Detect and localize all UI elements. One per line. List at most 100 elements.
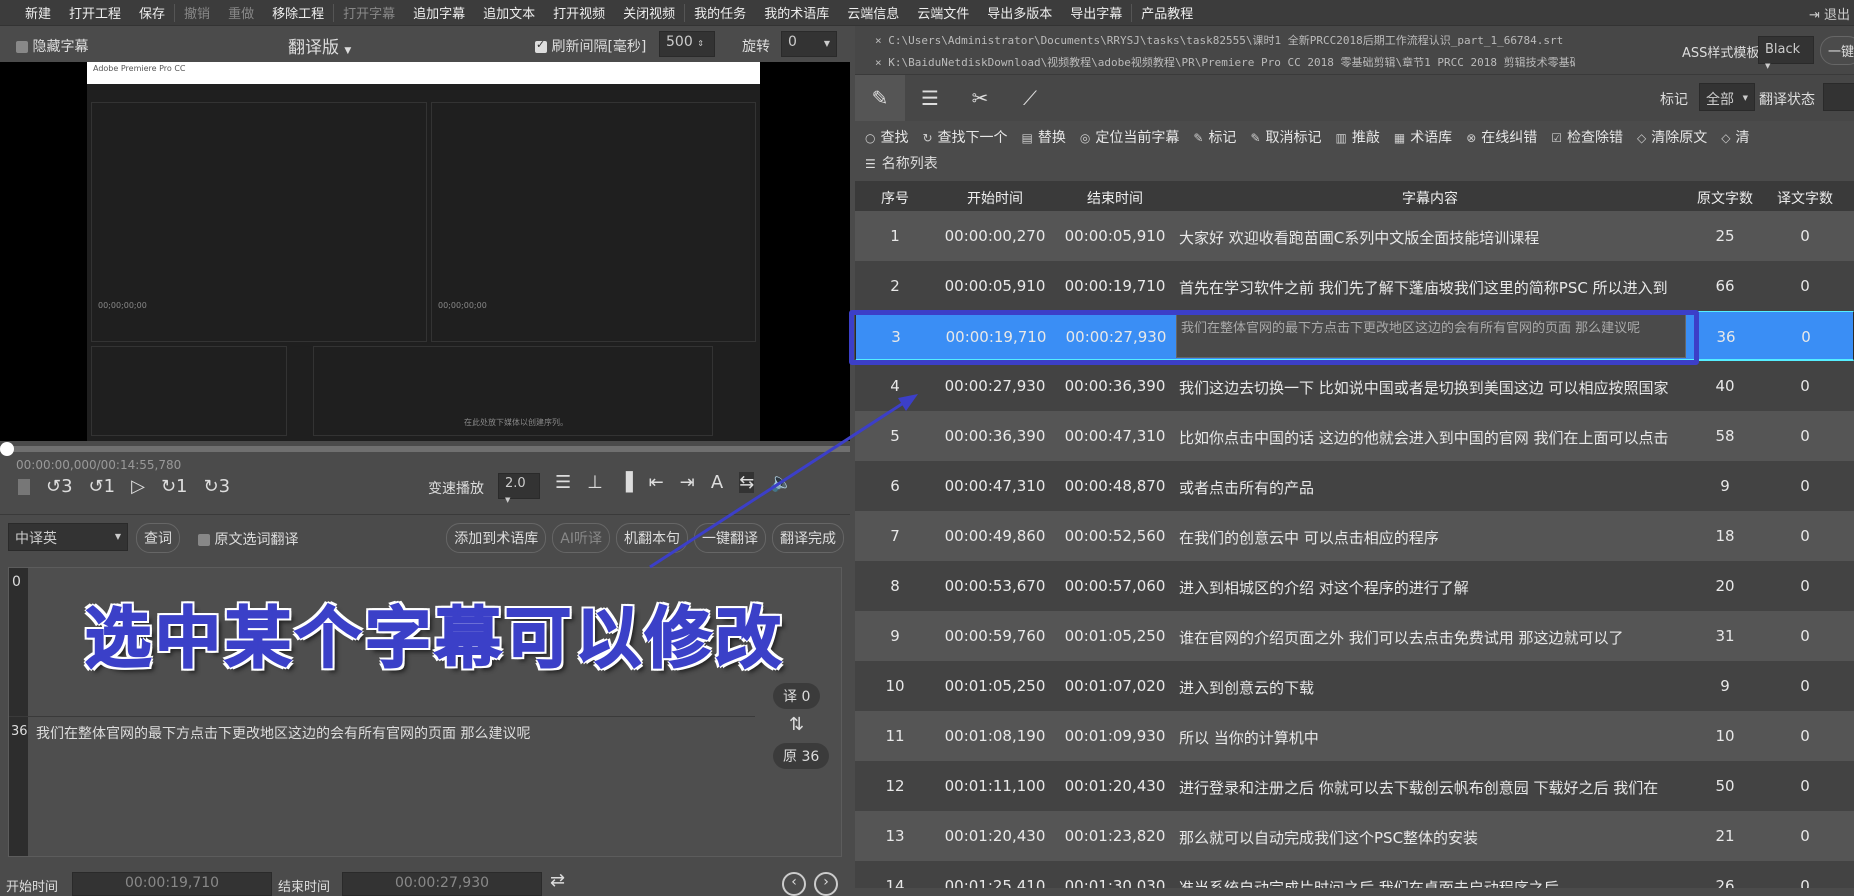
table-row[interactable]: 1 00:00:00,270 00:00:05,910 大家好 欢迎收看跑苗圃C系列中… bbox=[855, 211, 1854, 261]
column-content[interactable]: 字幕内容 bbox=[1175, 188, 1685, 208]
menu-item[interactable]: 关闭视频 bbox=[614, 3, 684, 22]
swap-icon[interactable]: ⇆ bbox=[739, 472, 755, 493]
back-1-icon[interactable]: ↺1 bbox=[89, 476, 116, 497]
seek-handle[interactable] bbox=[0, 442, 14, 456]
action-pin[interactable]: ✎ 标记 bbox=[1193, 127, 1236, 147]
one-key-button[interactable]: 一键 bbox=[1820, 36, 1854, 65]
ai-listen-button[interactable]: AI听译 bbox=[552, 523, 610, 553]
align-center-icon[interactable]: ☰ bbox=[555, 472, 571, 493]
move-right-icon[interactable]: ⇥ bbox=[680, 472, 695, 493]
menu-item[interactable]: 导出多版本 bbox=[978, 3, 1061, 22]
mark-filter-select[interactable]: 全部 ▼ bbox=[1699, 83, 1755, 111]
table-row[interactable]: 5 00:00:36,390 00:00:47,310 比如你点击中国的话 这边的他就… bbox=[855, 411, 1854, 461]
action-unpin[interactable]: ✎ 取消标记 bbox=[1250, 127, 1321, 147]
end-time-input[interactable]: 00:00:27,930 bbox=[342, 872, 542, 896]
column-trans-count[interactable]: 译文字数 bbox=[1765, 188, 1845, 208]
timeline-tab-icon[interactable]: ☰ bbox=[905, 75, 955, 121]
menu-item[interactable]: 导出字幕 bbox=[1061, 3, 1131, 22]
menu-item[interactable]: 打开字幕 bbox=[334, 3, 404, 22]
tools-tab-icon[interactable]: ✂ bbox=[955, 75, 1005, 121]
table-row[interactable]: 2 00:00:05,910 00:00:19,710 首先在学习软件之前 我们先了解… bbox=[855, 261, 1854, 311]
table-row[interactable]: 6 00:00:47,310 00:00:48,870 或者点击所有的产品 9 0 bbox=[855, 461, 1854, 511]
back-3-icon[interactable]: ↺3 bbox=[46, 476, 73, 497]
original-text-input[interactable]: 我们在整体官网的最下方点击下更改地区这边的会有所有官网的页面 那么建议呢 bbox=[36, 723, 736, 743]
video-preview[interactable]: Adobe Premiere Pro CC 00;00;00;00 00;00;… bbox=[0, 62, 850, 441]
menu-item[interactable]: 撤销 bbox=[175, 3, 219, 22]
forward-3-icon[interactable]: ↻3 bbox=[203, 476, 230, 497]
menu-item[interactable]: 保存 bbox=[130, 3, 174, 22]
glossary-icon: ▦ bbox=[1393, 131, 1406, 145]
menu-item[interactable]: 我的术语库 bbox=[755, 3, 838, 22]
action-eraser[interactable]: ◇ 清除原文 bbox=[1637, 127, 1707, 147]
menu-item[interactable]: 我的任务 bbox=[685, 3, 755, 22]
move-left-icon[interactable]: ⇤ bbox=[649, 472, 664, 493]
row-start: 00:00:00,270 bbox=[944, 227, 1046, 245]
action-checkbox[interactable]: ☑ 检查除错 bbox=[1551, 127, 1623, 147]
table-row[interactable]: 7 00:00:49,860 00:00:52,560 在我们的创意云中 可以点击相应… bbox=[855, 511, 1854, 561]
action-replace[interactable]: ▤ 替换 bbox=[1022, 127, 1066, 147]
column-orig-count[interactable]: 原文字数 bbox=[1685, 188, 1765, 208]
action-check-online[interactable]: ⊗ 在线纠错 bbox=[1466, 127, 1537, 147]
mode-dropdown[interactable]: 翻译版 ▼ bbox=[288, 33, 351, 58]
table-row[interactable]: 12 00:01:11,100 00:01:20,430 进行登录和注册之后 你就可以… bbox=[855, 761, 1854, 811]
refresh-checkbox[interactable]: 刷新间隔[毫秒] bbox=[535, 36, 646, 56]
status-filter-select[interactable] bbox=[1823, 83, 1854, 111]
lookup-button[interactable]: 查词 bbox=[136, 523, 180, 553]
swap-vertical-icon[interactable]: ⇅ bbox=[789, 714, 804, 735]
file-tab[interactable]: × K:\BaiduNetdiskDownload\视频教程\adobe视频教程… bbox=[875, 54, 1575, 70]
column-index[interactable]: 序号 bbox=[855, 188, 935, 208]
align-left-icon[interactable]: ▐ bbox=[619, 472, 633, 493]
play-icon[interactable]: ▷ bbox=[131, 476, 145, 497]
font-size-icon[interactable]: A bbox=[711, 472, 723, 493]
chart-tab-icon[interactable]: ⟋ bbox=[1005, 75, 1055, 121]
seek-bar[interactable] bbox=[0, 442, 850, 456]
machine-translate-button[interactable]: 机翻本句 bbox=[616, 523, 688, 553]
column-end[interactable]: 结束时间 bbox=[1055, 188, 1175, 208]
prev-icon[interactable]: ‹ bbox=[782, 872, 806, 896]
table-row[interactable]: 4 00:00:27,930 00:00:36,390 我们这边去切换一下 比如说中国… bbox=[855, 361, 1854, 411]
action-location[interactable]: ◎ 定位当前字幕 bbox=[1080, 127, 1179, 147]
menu-item[interactable]: 产品教程 bbox=[1132, 3, 1202, 22]
translate-done-button[interactable]: 翻译完成 bbox=[772, 523, 844, 553]
table-row[interactable]: 14 00:01:25,410 00:01:30,030 准当系统自动完成片时间之后 … bbox=[855, 861, 1854, 888]
menu-item[interactable]: 云端信息 bbox=[838, 3, 908, 22]
edit-tab-pencil-icon[interactable]: ✎ bbox=[855, 75, 905, 121]
speed-select[interactable]: 2.0 ▼ bbox=[498, 473, 540, 504]
action-glossary[interactable]: ▦ 术语库 bbox=[1394, 127, 1452, 147]
names-list-button[interactable]: ☰ 名称列表 bbox=[865, 153, 938, 173]
next-icon[interactable]: › bbox=[814, 872, 838, 896]
stop-button[interactable] bbox=[18, 478, 30, 495]
rotate-select[interactable]: 0 ▼ bbox=[781, 31, 837, 57]
action-refine[interactable]: ▥ 推敲 bbox=[1336, 127, 1380, 147]
menu-item[interactable]: 移除工程 bbox=[263, 3, 333, 22]
menu-item[interactable]: 打开视频 bbox=[544, 3, 614, 22]
action-search[interactable]: ○ 查找 bbox=[865, 127, 908, 147]
one-click-translate-button[interactable]: 一键翻译 bbox=[694, 523, 766, 553]
language-select[interactable]: 中译英 ▼ bbox=[8, 523, 128, 551]
table-row[interactable]: 10 00:01:05,250 00:01:07,020 进入到创意云的下载 9 0 bbox=[855, 661, 1854, 711]
menu-item[interactable]: 追加文本 bbox=[474, 3, 544, 22]
table-row[interactable]: 9 00:00:59,760 00:01:05,250 谁在官网的介绍页面之外 我们可… bbox=[855, 611, 1854, 661]
action-find-next[interactable]: ↻ 查找下一个 bbox=[922, 127, 1007, 147]
start-time-input[interactable]: 00:00:19,710 bbox=[72, 872, 272, 896]
file-tab[interactable]: × C:\Users\Administrator\Documents\RRYSJ… bbox=[875, 32, 1575, 48]
hide-subtitle-checkbox[interactable]: 隐藏字幕 bbox=[16, 36, 88, 56]
forward-1-icon[interactable]: ↻1 bbox=[161, 476, 188, 497]
action-eraser[interactable]: ◇ 清 bbox=[1721, 127, 1749, 147]
select-translate-checkbox[interactable]: 原文选词翻译 bbox=[198, 529, 298, 549]
menu-item[interactable]: 重做 bbox=[219, 3, 263, 22]
column-start[interactable]: 开始时间 bbox=[935, 188, 1055, 208]
align-bottom-icon[interactable]: ⊥ bbox=[587, 472, 603, 493]
exit-button[interactable]: ⇥ 退出 bbox=[1809, 4, 1850, 23]
table-row[interactable]: 11 00:01:08,190 00:01:09,930 所以 当你的计算机中 10 0 bbox=[855, 711, 1854, 761]
menu-item[interactable]: 打开工程 bbox=[60, 3, 130, 22]
table-row[interactable]: 13 00:01:20,430 00:01:23,820 那么就可以自动完成我们这个P… bbox=[855, 811, 1854, 861]
table-row[interactable]: 8 00:00:53,670 00:00:57,060 进入到相城区的介绍 对这个程序… bbox=[855, 561, 1854, 611]
ass-template-select[interactable]: Black ▼ bbox=[1758, 36, 1814, 70]
menu-item[interactable]: 新建 bbox=[16, 3, 60, 22]
refresh-interval-input[interactable]: 500 ⇕ bbox=[659, 31, 715, 57]
volume-icon[interactable]: 🔈 bbox=[770, 472, 792, 493]
add-to-glossary-button[interactable]: 添加到术语库 bbox=[446, 523, 547, 553]
menu-item[interactable]: 追加字幕 bbox=[404, 3, 474, 22]
menu-item[interactable]: 云端文件 bbox=[908, 3, 978, 22]
